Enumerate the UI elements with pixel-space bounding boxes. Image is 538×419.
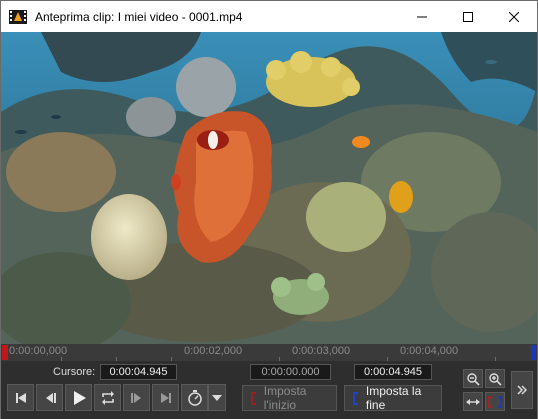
playback-speed-dropdown[interactable] [208,384,226,411]
go-to-start-button[interactable] [7,384,34,411]
chevron-down-icon [212,394,222,401]
go-to-end-button[interactable] [152,384,179,411]
film-clip-icon [9,9,27,25]
set-end-label: Imposta la fine [365,384,422,412]
previous-frame-button[interactable] [36,384,63,411]
playback-speed-button[interactable] [181,384,208,411]
tick-label: 0:00:04,000 [400,345,459,357]
tick-label: 0:00:02,000 [184,345,243,357]
minimize-icon [417,16,427,17]
selection-brackets-icon [488,395,502,408]
set-start-label: Imposta l'inizio [263,384,307,412]
maximize-button[interactable] [445,1,491,32]
start-time-field[interactable]: 0:00:00.000 [250,364,331,380]
title-bar[interactable]: Anteprima clip: I miei video - 0001.mp4 [1,1,537,32]
cursor-time-field[interactable]: 0:00:04.945 [100,364,177,380]
zoom-out-button[interactable] [463,369,483,388]
end-time-field[interactable]: 0:00:04.945 [354,364,432,380]
minimize-button[interactable] [399,1,445,32]
close-button[interactable] [491,1,537,32]
playback-controls: Cursore: 0:00:04.945 0:00:00.000 0:00:04… [1,361,537,419]
clip-preview-window: Anteprima clip: I miei video - 0001.mp4 [0,0,538,419]
zoom-in-button[interactable] [485,369,505,388]
double-chevron-right-icon [517,385,527,395]
set-start-button[interactable]: Imposta l'inizio [242,384,337,412]
zoom-to-selection-button[interactable] [485,392,505,411]
play-icon [73,390,86,405]
skip-to-end-icon [160,392,171,403]
window-title: Anteprima clip: I miei video - 0001.mp4 [35,9,243,24]
start-marker[interactable] [2,345,8,360]
end-bracket-icon [353,391,358,405]
timeline-ruler[interactable]: 0:00:00,000 0:00:02,000 0:00:03,000 0:00… [1,344,537,361]
start-bracket-icon [251,391,256,405]
video-preview[interactable] [1,32,537,344]
skip-to-start-icon [15,392,26,403]
play-button[interactable] [65,384,92,411]
fit-to-width-button[interactable] [463,392,483,411]
tick-label: 0:00:03,000 [292,345,351,357]
set-end-button[interactable]: Imposta la fine [344,384,442,412]
expand-panel-button[interactable] [511,371,533,409]
loop-button[interactable] [94,384,121,411]
cursor-label: Cursore: [53,366,96,378]
step-back-icon [45,392,56,403]
zoom-in-icon [489,372,502,386]
next-frame-button[interactable] [123,384,150,411]
step-forward-icon [130,392,141,403]
maximize-icon [463,11,473,22]
fit-width-icon [466,398,480,405]
loop-icon [101,390,114,405]
stopwatch-icon [187,389,202,406]
close-icon [509,11,519,22]
video-frame-image [1,32,537,344]
tick-label: 0:00:00,000 [9,345,68,357]
end-marker[interactable] [531,345,536,360]
zoom-out-icon [467,372,480,386]
